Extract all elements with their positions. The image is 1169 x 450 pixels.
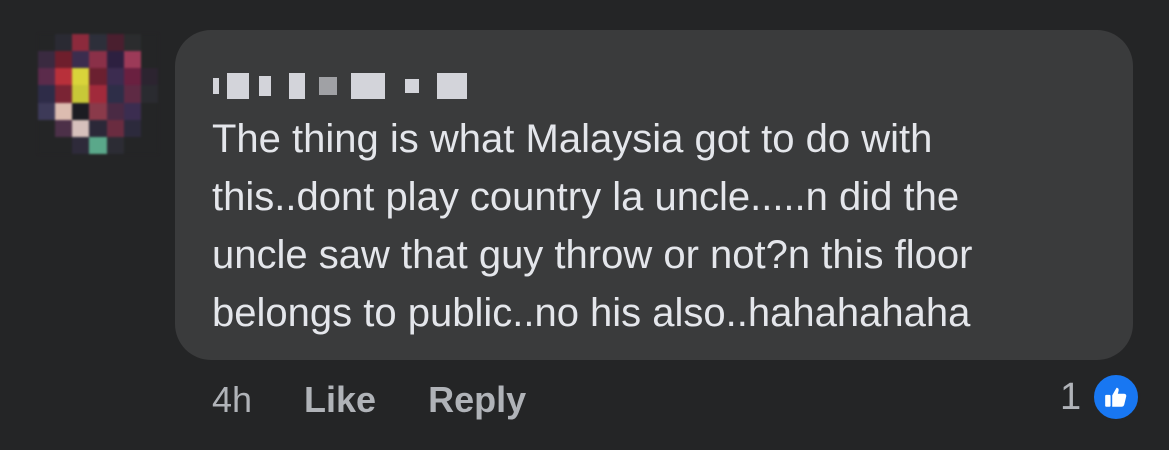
avatar-pixel [72, 85, 90, 103]
avatar-pixel [140, 102, 158, 120]
avatar-pixel [38, 119, 56, 137]
avatar-pixel [123, 85, 141, 103]
avatar-pixel [106, 34, 124, 52]
avatar-pixel [55, 51, 73, 69]
avatar-pixel [55, 119, 73, 137]
avatar-pixel [89, 85, 107, 103]
thumbs-up-icon [1091, 372, 1142, 422]
avatar-pixel [72, 34, 90, 52]
avatar-pixel [140, 34, 158, 52]
avatar-pixel [55, 136, 73, 154]
avatar-pixel [123, 51, 141, 69]
avatar-pixel [89, 102, 107, 120]
avatar-pixel [38, 51, 56, 69]
comment-text: The thing is what Malaysia got to do wit… [212, 117, 973, 335]
avatar-pixel [106, 51, 124, 69]
avatar-pixel [55, 85, 73, 103]
avatar-pixel [38, 85, 56, 103]
avatar-pixel [72, 51, 90, 69]
avatar-pixel [106, 68, 124, 86]
comment-actions: 4h Like Reply [212, 376, 578, 424]
avatar-pixel [72, 119, 90, 137]
reply-button[interactable]: Reply [428, 379, 526, 421]
avatar-pixel [72, 102, 90, 120]
avatar-pixel [38, 136, 56, 154]
avatar-pixel [123, 136, 141, 154]
commenter-name-redacted[interactable] [213, 66, 467, 106]
avatar-pixel [140, 85, 158, 103]
avatar-pixel [140, 136, 158, 154]
avatar-pixel [38, 68, 56, 86]
avatar-pixel [55, 102, 73, 120]
avatar-pixel [38, 102, 56, 120]
avatar-pixel [123, 68, 141, 86]
avatar-pixel [123, 102, 141, 120]
avatar-pixel [89, 68, 107, 86]
avatar-pixel [106, 119, 124, 137]
avatar-pixel [55, 34, 73, 52]
like-button[interactable]: Like [304, 379, 376, 421]
avatar-pixel [123, 34, 141, 52]
avatar-pixel [89, 136, 107, 154]
avatar-pixel [123, 119, 141, 137]
avatar-pixel [89, 119, 107, 137]
reaction-count: 1 [1060, 375, 1082, 418]
avatar-pixel [140, 119, 158, 137]
comment-timestamp[interactable]: 4h [212, 379, 252, 421]
avatar-pixel [106, 102, 124, 120]
avatar[interactable] [38, 34, 158, 154]
comment-bubble: The thing is what Malaysia got to do wit… [175, 30, 1133, 360]
avatar-pixel [72, 68, 90, 86]
avatar-pixel [106, 136, 124, 154]
avatar-pixel [38, 34, 56, 52]
reaction-summary[interactable]: 1 [1060, 372, 1142, 422]
avatar-pixel [89, 51, 107, 69]
avatar-pixel [140, 51, 158, 69]
avatar-pixel [55, 68, 73, 86]
avatar-pixel [140, 68, 158, 86]
avatar-pixel [89, 34, 107, 52]
avatar-pixel [72, 136, 90, 154]
avatar-pixel [106, 85, 124, 103]
